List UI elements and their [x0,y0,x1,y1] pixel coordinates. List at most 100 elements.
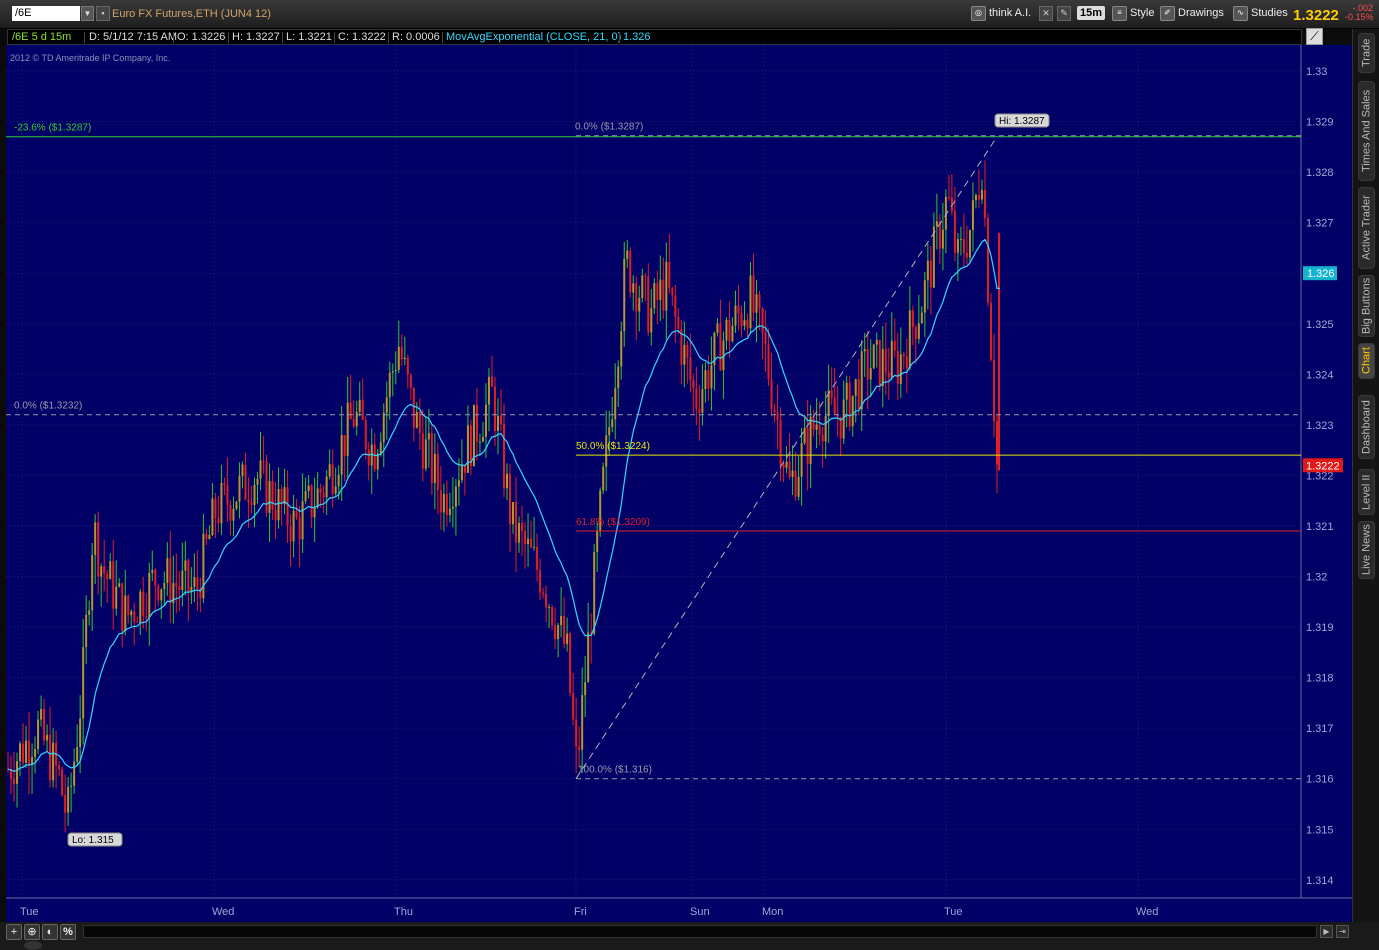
price-tick-label: 1.325 [1306,319,1334,331]
candle-body [94,522,97,555]
candle-body [316,488,319,508]
candle-body [554,625,557,640]
candle-body [493,386,496,431]
style-button[interactable]: ≡ Style [1112,5,1154,22]
think-ai-button[interactable]: ◎ think A.I. [971,5,1031,22]
candle-body [364,419,367,450]
studies-button[interactable]: ∿ Studies [1233,5,1288,22]
bar-date: D: 5/1/12 7:15 AM [89,31,178,43]
scroll-right-icon[interactable]: ▶ [1320,925,1333,938]
candle-body [301,501,304,540]
candle-body [475,404,478,442]
time-tick-label: Tue [20,906,39,918]
sidebar-tab-level-ii[interactable]: Level II [1358,469,1375,515]
last-price: 1.3222 [1293,7,1339,24]
candle-body [797,476,800,497]
candle-body [487,376,490,405]
candle-body [277,489,280,521]
drawings-button[interactable]: ✐ Drawings [1160,5,1224,22]
candle-body [761,308,764,333]
chart-settings-icon[interactable]: ⟋ [1306,28,1323,45]
link-icon[interactable]: ▪ [96,6,110,21]
study-label[interactable]: MovAvgExponential (CLOSE, 21, 0) [446,31,621,44]
think-ai-label: think A.I. [989,7,1032,19]
fib-level-label: -23.6% ($1.3287) [14,123,91,134]
candle-body [76,746,79,762]
candle-body [584,682,587,696]
zoom-icon[interactable]: ⊕ [24,924,40,940]
candle-body [869,368,872,380]
candle-body [890,340,893,378]
candle-body [421,433,424,469]
candle-body [328,464,331,477]
sidebar-tab-times-and-sales[interactable]: Times And Sales [1358,81,1375,181]
sidebar-tab-dashboard[interactable]: Dashboard [1358,395,1375,459]
candle-body [196,577,199,589]
crosshair-icon[interactable]: ✕ [1039,6,1053,21]
candle-body [620,331,623,367]
candle-body [373,444,376,470]
drawing-tools-icon[interactable]: + [6,924,22,940]
price-tick-label: 1.324 [1306,369,1334,381]
candle-body [235,501,238,509]
candle-body [932,226,935,288]
symbol-dropdown-icon[interactable]: ▼ [81,6,94,21]
candle-body [941,229,944,249]
horizontal-scrollbar[interactable] [83,925,1317,938]
symbol-input[interactable]: /6E [12,6,80,21]
candle-body [770,379,773,410]
price-chart[interactable]: 1.33 1.329 1.328 1.327 1.326 1.325 1.324 1.323 1… [0,0,1379,950]
candle-body [340,435,343,475]
candle-body [824,415,827,442]
candle-body [382,412,385,443]
wrench-icon[interactable]: ✎ [1057,6,1071,21]
candle-body [725,319,728,341]
candle-body [992,359,995,422]
fib-level-label: 100.0% ($1.316) [578,765,652,776]
time-tick-label: Mon [762,906,783,918]
candle-body [731,325,734,342]
percent-icon[interactable]: % [60,924,76,940]
candle-body [965,252,968,258]
candle-body [61,769,64,796]
sidebar-tab-chart[interactable]: Chart [1358,343,1375,379]
candle-body [929,260,932,288]
sidebar-tab-active-trader[interactable]: Active Trader [1358,187,1375,269]
candle-body [121,583,124,632]
candle-body [130,611,133,616]
candle-body [37,719,40,749]
candle-body [307,485,310,492]
candle-body [223,482,226,485]
zoom-slider-icon[interactable] [24,941,42,950]
aggregation-button[interactable]: 15m [1077,6,1106,20]
candle-body [466,425,469,473]
candle-body [313,507,316,518]
candle-body [133,611,136,622]
price-tick-label: 1.321 [1306,521,1334,533]
candle-body [85,614,88,648]
candle-body [752,275,755,313]
candle-body [160,589,163,601]
candle-body [298,517,301,540]
candle-body [800,443,803,477]
candle-body [566,633,569,645]
scroll-end-icon[interactable]: ⇥ [1336,925,1349,938]
candle-body [530,538,533,548]
candle-body [674,295,677,317]
candle-body [572,692,575,720]
candle-body [238,476,241,502]
price-tick-label: 1.32 [1306,572,1327,584]
candle-body [806,427,809,464]
study-value: 1.326 [623,31,651,43]
candle-body [893,340,896,351]
candle-body [692,379,695,389]
candle-body [286,487,289,526]
candle-body [415,411,418,428]
sidebar-tab-trade[interactable]: Trade [1358,33,1375,73]
candle-body [481,436,484,442]
sidebar-tab-big-buttons[interactable]: Big Buttons [1358,275,1375,337]
candle-body [232,508,235,521]
pan-icon[interactable]: ◐ [42,924,58,940]
sidebar-tab-live-news[interactable]: Live News [1358,521,1375,579]
candle-body [430,433,433,484]
